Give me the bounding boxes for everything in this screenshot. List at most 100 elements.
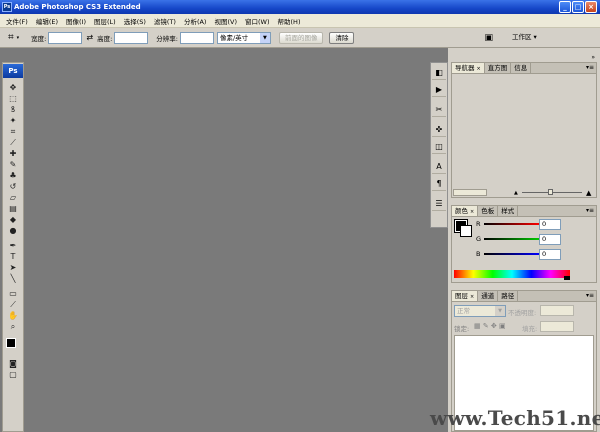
eraser-tool-icon[interactable]: ▱ (3, 192, 23, 203)
fill-field[interactable] (540, 321, 574, 332)
history-brush-tool-icon[interactable]: ↺ (3, 181, 23, 192)
right-panels: » 导航器 × 直方图 信息 ▾≡ ▲ ▲ 颜色 × 色板 样式 ▾≡ R 0 G … (448, 48, 600, 432)
panel-menu-icon[interactable]: ▾≡ (586, 64, 594, 71)
clear-button[interactable]: 清除 (329, 31, 355, 44)
chevron-down-icon[interactable]: ▾ (17, 35, 20, 41)
tab-paths[interactable]: 路径 (498, 291, 519, 301)
dock-toggle-icon[interactable]: ▣ (484, 33, 493, 43)
gradient-tool-icon[interactable]: ▤ (3, 203, 23, 214)
black-swatch[interactable] (564, 276, 570, 280)
color-swatches[interactable] (3, 336, 23, 358)
lock-icons[interactable]: ▦ ✎ ✥ ▣ (474, 322, 506, 330)
opacity-field[interactable] (540, 305, 574, 316)
tab-layers[interactable]: 图层 × (452, 291, 479, 301)
ps-logo: Ps (3, 64, 23, 78)
unit-select-value: 像素/英寸 (219, 33, 249, 42)
menu-filter[interactable]: 滤镜(T) (150, 16, 180, 26)
screen-mode-icon[interactable]: ▢ (3, 369, 23, 380)
blue-label: B (476, 250, 481, 258)
quick-mask-icon[interactable]: ◙ (3, 358, 23, 369)
blend-mode-select[interactable]: 正常 ▼ (454, 305, 506, 317)
healing-brush-tool-icon[interactable]: ✚ (3, 148, 23, 159)
app-icon: Ps (2, 2, 12, 12)
close-button[interactable]: × (585, 1, 597, 13)
tab-navigator[interactable]: 导航器 × (452, 63, 485, 73)
red-slider[interactable] (484, 223, 540, 225)
layer-comps-dock-icon[interactable]: ☰ (432, 197, 446, 211)
tab-histogram[interactable]: 直方图 (485, 63, 512, 73)
workspace-button[interactable]: 工作区 ▾ (507, 32, 542, 44)
color-spectrum-bar[interactable] (454, 270, 570, 278)
close-icon[interactable]: × (470, 294, 474, 300)
width-label: 宽度: (31, 34, 47, 43)
tab-channels[interactable]: 通道 (478, 291, 499, 301)
marquee-tool-icon[interactable]: ⬚ (3, 93, 23, 104)
hand-tool-icon[interactable]: ✋ (3, 310, 23, 321)
move-tool-icon[interactable]: ✥ (3, 82, 23, 93)
pen-tool-icon[interactable]: ✒ (3, 240, 23, 251)
actions-dock-icon[interactable]: ▶ (432, 83, 446, 97)
close-icon[interactable]: × (470, 209, 474, 215)
paragraph-dock-icon[interactable]: ¶ (432, 177, 446, 191)
panel-menu-icon[interactable]: ▾≡ (586, 292, 594, 299)
width-field[interactable] (48, 31, 83, 44)
title-bar: Ps Adobe Photoshop CS3 Extended _ □ × (0, 0, 600, 14)
clone-source-dock-icon[interactable]: ◫ (432, 140, 446, 154)
zoom-slider-thumb[interactable] (548, 189, 553, 195)
collapse-panels-icon[interactable]: » (591, 54, 596, 61)
tool-presets-dock-icon[interactable]: ✂ (432, 103, 446, 117)
zoom-tool-icon[interactable]: ⌕ (3, 321, 23, 332)
magic-wand-tool-icon[interactable]: ✦ (3, 115, 23, 126)
menu-view[interactable]: 视图(V) (210, 16, 241, 26)
color-panel: 颜色 × 色板 样式 ▾≡ R 0 G 0 B 0 (451, 205, 597, 283)
resolution-field[interactable] (179, 31, 214, 44)
notes-tool-icon[interactable]: ▭ (3, 288, 23, 299)
maximize-button[interactable]: □ (572, 1, 584, 13)
brush-tool-icon[interactable]: ✎ (3, 159, 23, 170)
unit-select[interactable]: 像素/英寸 ▼ (216, 31, 271, 44)
blue-slider[interactable] (484, 253, 540, 255)
crop-icon[interactable]: ⌗ (8, 32, 14, 43)
close-icon[interactable]: × (477, 66, 481, 72)
color-background-swatch[interactable] (460, 225, 472, 237)
navigator-dock-icon[interactable]: ◧ (432, 66, 446, 80)
clone-stamp-tool-icon[interactable]: ♣ (3, 170, 23, 181)
zoom-out-icon[interactable]: ▲ (514, 190, 518, 196)
zoom-field[interactable] (453, 189, 487, 196)
type-tool-icon[interactable]: T (3, 251, 23, 262)
menu-help[interactable]: 帮助(H) (274, 16, 305, 26)
height-field[interactable] (114, 31, 149, 44)
front-image-button[interactable]: 前面的图像 (278, 31, 324, 44)
slice-tool-icon[interactable]: ⟋ (3, 137, 23, 148)
menu-analysis[interactable]: 分析(A) (180, 16, 211, 26)
path-selection-tool-icon[interactable]: ➤ (3, 262, 23, 273)
menu-image[interactable]: 图像(I) (62, 16, 90, 26)
tab-styles[interactable]: 样式 (498, 206, 519, 216)
character-dock-icon[interactable]: A (432, 160, 446, 174)
line-tool-icon[interactable]: ╲ (3, 273, 23, 284)
lasso-tool-icon[interactable]: ꝸ (3, 104, 23, 115)
blue-value-field[interactable]: 0 (539, 249, 561, 260)
zoom-in-icon[interactable]: ▲ (586, 189, 591, 197)
crop-tool-icon[interactable]: ⌗ (3, 126, 23, 137)
minimize-button[interactable]: _ (559, 1, 571, 13)
green-slider[interactable] (484, 238, 540, 240)
panel-menu-icon[interactable]: ▾≡ (586, 207, 594, 214)
tab-info[interactable]: 信息 (511, 63, 532, 73)
menu-layer[interactable]: 图层(L) (90, 16, 120, 26)
tab-swatches[interactable]: 色板 (478, 206, 499, 216)
foreground-color-swatch[interactable] (6, 338, 16, 348)
eyedropper-tool-icon[interactable]: ⟋ (3, 299, 23, 310)
dodge-tool-icon[interactable]: ● (3, 225, 23, 236)
chevron-down-icon: ▼ (495, 306, 505, 316)
green-value-field[interactable]: 0 (539, 234, 561, 245)
menu-select[interactable]: 选择(S) (120, 16, 150, 26)
menu-edit[interactable]: 编辑(E) (32, 16, 62, 26)
blur-tool-icon[interactable]: ◆ (3, 214, 23, 225)
swap-icon[interactable]: ⇄ (86, 33, 93, 42)
menu-file[interactable]: 文件(F) (2, 16, 32, 26)
brushes-dock-icon[interactable]: ✜ (432, 123, 446, 137)
red-value-field[interactable]: 0 (539, 219, 561, 230)
tab-color[interactable]: 颜色 × (452, 206, 479, 216)
menu-window[interactable]: 窗口(W) (241, 16, 274, 26)
